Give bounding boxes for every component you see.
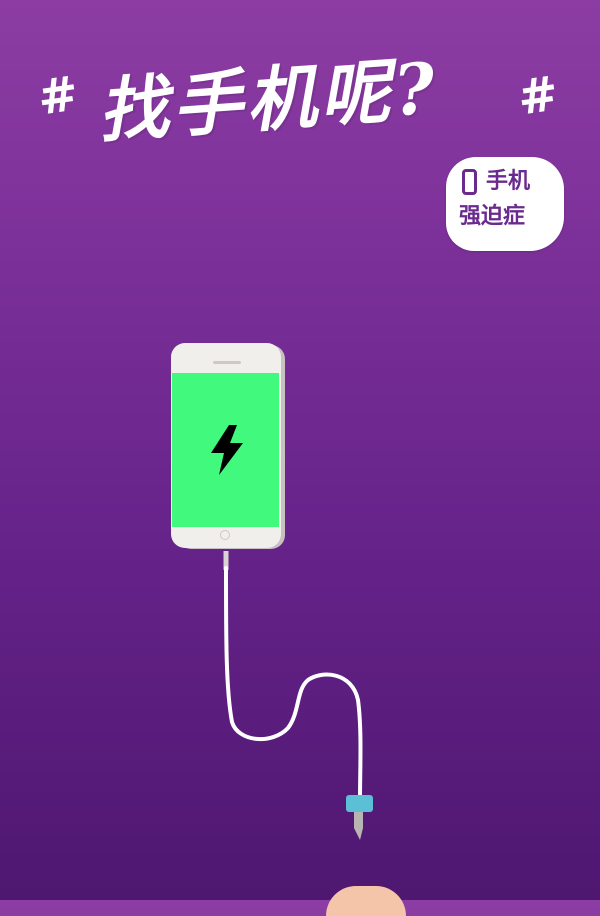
phone-body xyxy=(171,343,281,548)
cable-connector xyxy=(346,795,373,812)
phone-speaker xyxy=(213,361,241,364)
charging-bolt-icon xyxy=(211,425,243,475)
phone xyxy=(171,343,285,550)
phone-screen xyxy=(172,373,279,527)
home-button xyxy=(220,530,230,540)
charging-cable xyxy=(223,551,373,840)
